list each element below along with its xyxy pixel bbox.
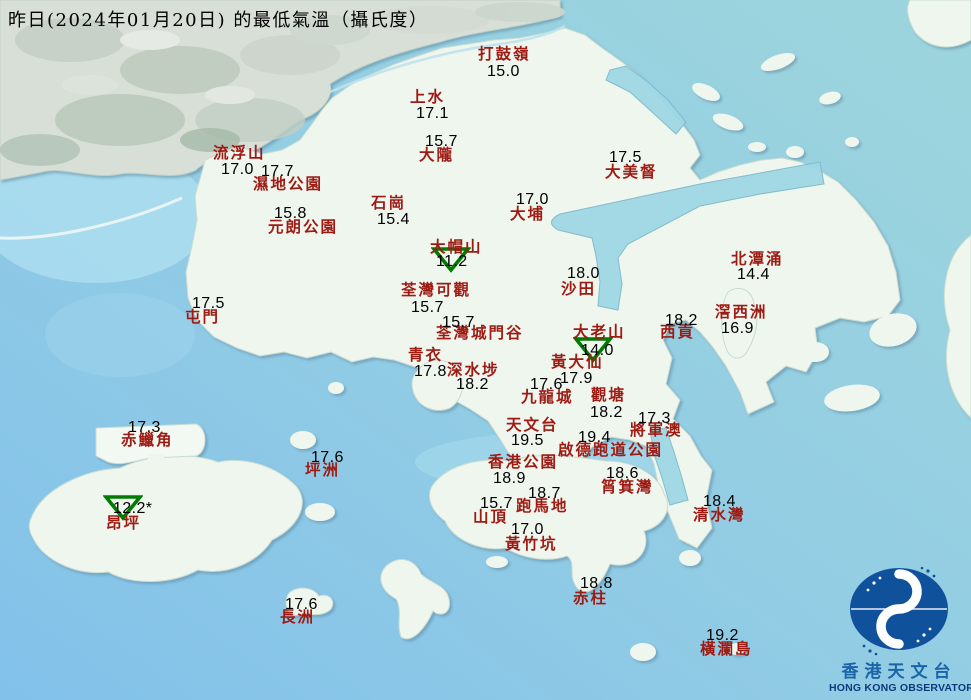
station-name: 流浮山 [213,143,266,162]
station-name: 沙田 [561,279,597,298]
station-temp: 15.7 [480,495,513,512]
station-temp: 18.7 [528,485,561,502]
ma-wan-island [328,382,344,394]
station-temp: 15.4 [377,211,410,228]
station-temp: 17.0 [511,521,544,538]
hko-logo-icon [850,566,948,656]
station-temp: 18.8 [580,575,613,592]
station-temp: 11.2 [436,253,468,270]
hko-logo: 香港天文台 HONG KONG OBSERVATORY [829,565,971,696]
west-lantau-water [45,293,195,377]
station-temp: 17.6 [285,596,318,613]
peng-chau-island [290,431,316,449]
station-name: 觀塘 [591,385,627,404]
station-name: 石崗 [371,193,407,212]
station-temp: 15.0 [487,63,520,80]
ap-lei-chau-island [486,556,508,568]
station-name: 大美督 [605,162,658,181]
station-temp: 17.5 [192,295,225,312]
station-temp: 18.2 [590,404,623,421]
station-name: 天文台 [506,415,559,434]
station-temp: 19.4 [578,429,611,446]
station-temp: 17.3 [638,410,671,427]
station-temp: 17.1 [416,105,449,122]
station-temp: 12.2* [113,500,153,517]
station-temp: 18.0 [567,265,600,282]
station-name: 昂坪 [106,513,142,532]
station-temp: 15.7 [442,314,475,331]
station-temp: 17.0 [221,161,254,178]
ap-chau-island [748,142,766,152]
station-name: 滘西洲 [715,302,768,321]
station-temp: 14.4 [737,266,770,283]
station-name: 大埔 [510,204,546,223]
station-temp: 18.9 [493,470,526,487]
station-temp: 19.2 [706,627,739,644]
station-temp: 17.9 [560,370,593,387]
tung-lung-island [679,550,701,566]
station-temp: 18.2 [665,312,698,329]
station-temp: 17.6 [311,449,344,466]
po-toi-island [630,643,656,661]
station-temp: 17.8 [414,363,447,380]
station-name: 黃竹坑 [505,534,558,553]
station-temp: 17.3 [128,419,161,436]
station-temp: 15.7 [411,299,444,316]
station-temp: 14.0 [581,342,614,359]
station-temp: 19.5 [511,432,544,449]
station-temp: 18.4 [703,493,736,510]
hei-ling-chau-island [305,503,335,521]
station-temp: 15.7 [425,133,458,150]
station-temp: 18.2 [456,376,489,393]
hong-kong-basemap [0,0,971,700]
station-name: 香港公園 [488,452,559,471]
station-temp: 17.5 [609,149,642,166]
station-name: 青衣 [408,345,444,364]
station-temp: 17.6 [530,376,563,393]
station-temp: 17.7 [261,163,294,180]
station-temp: 15.8 [274,205,307,222]
station-temp: 16.9 [721,320,754,337]
station-name: 大老山 [573,322,626,341]
station-temp: 18.6 [606,465,639,482]
station-name: 上水 [410,87,446,106]
mirs-bay-island-3 [845,137,859,147]
station-name: 赤柱 [573,588,609,607]
airport-link [148,454,164,472]
station-name: 荃灣可觀 [401,280,472,299]
station-name: 打鼓嶺 [478,44,531,63]
port-island [786,146,804,158]
station-name: 北潭涌 [731,249,784,268]
jin-island [801,342,829,362]
page-title: 昨日(2024年01月20日) 的最低氣溫（攝氏度） [8,10,429,31]
hko-logo-chinese: 香港天文台 [841,661,957,681]
station-temp: 17.0 [516,191,549,208]
hko-min-temp-map: 昨日(2024年01月20日) 的最低氣溫（攝氏度） 打鼓嶺 15.0 上水 17.1… [0,0,971,700]
hko-logo-english: HONG KONG OBSERVATORY [829,682,971,695]
